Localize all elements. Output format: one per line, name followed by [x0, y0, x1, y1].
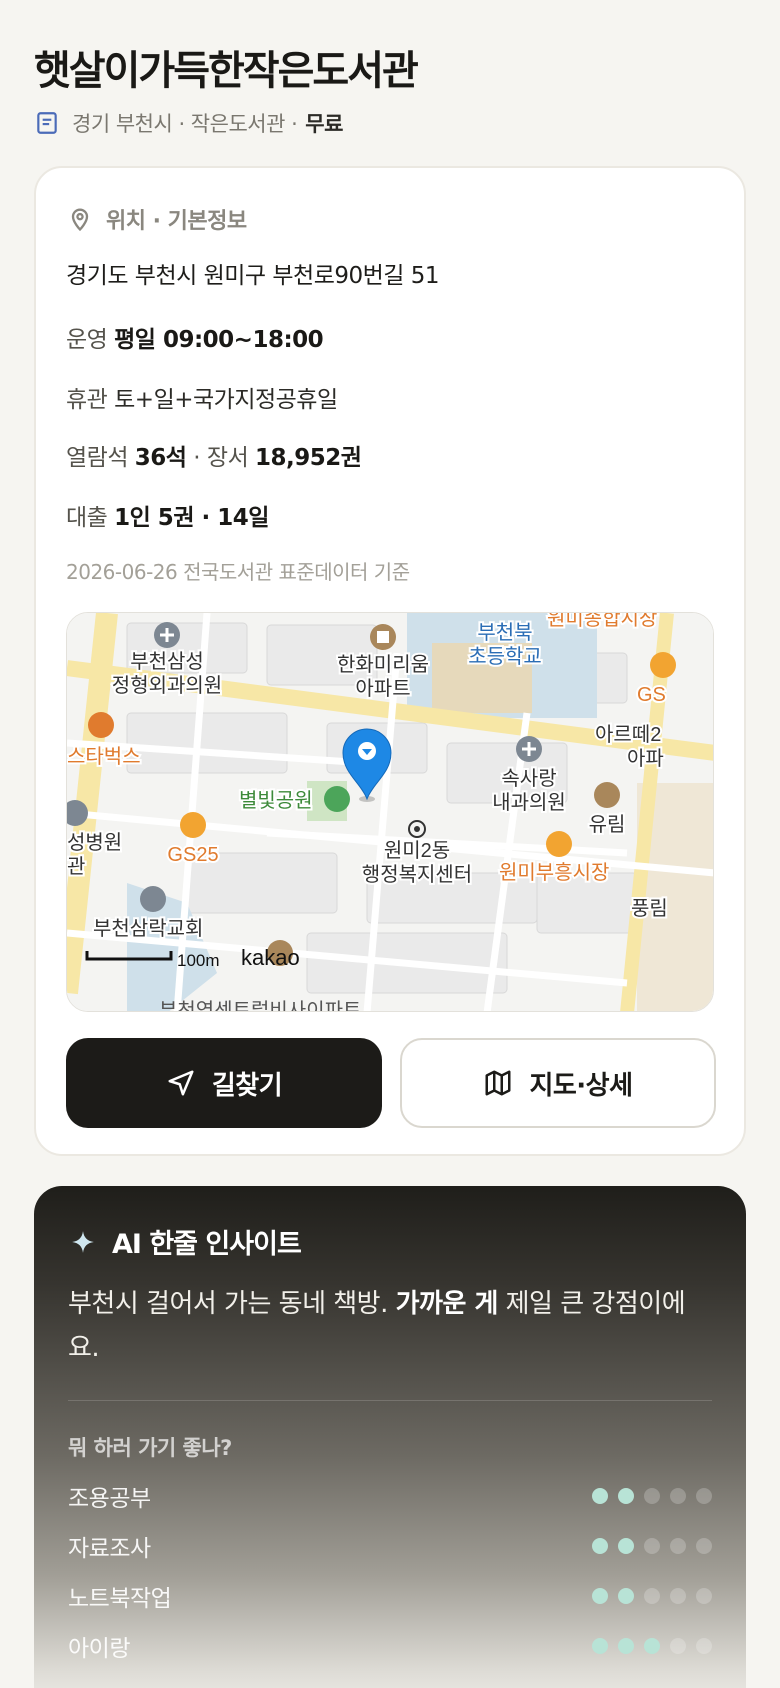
- closed-row: 휴관 토+일+국가지정공휴일: [66, 380, 338, 414]
- rating-dot-empty: [696, 1638, 712, 1654]
- hours-label: 운영: [66, 327, 108, 353]
- rating-dot-empty: [696, 1538, 712, 1554]
- map-scale-label: 100m: [177, 951, 220, 970]
- map-detail-label: 지도·상세: [529, 1070, 633, 1101]
- library-title: 햇살이가득한작은도서관: [34, 48, 419, 94]
- navigation-arrow-icon: [168, 1070, 194, 1096]
- activity-label: 조용공부: [68, 1486, 151, 1512]
- info-section-header: 위치 · 기본정보: [66, 202, 247, 236]
- loan-label: 대출: [66, 505, 108, 531]
- activity-rating: [592, 1638, 712, 1654]
- rating-dot-empty: [670, 1638, 686, 1654]
- map-label-starbucks: 스타벅스: [67, 745, 141, 768]
- ai-insight-text: 부천시 걸어서 가는 동네 책방. 가까운 게 제일 큰 강점이에요.: [68, 1282, 688, 1370]
- activity-rating: [592, 1488, 712, 1504]
- activity-row: 아이랑: [68, 1628, 712, 1664]
- rating-dot-empty: [696, 1588, 712, 1604]
- info-section-title: 위치 · 기본정보: [106, 209, 247, 234]
- map-brand: kakao: [241, 945, 300, 970]
- loan-row: 대출 1인 5권 · 14일: [66, 498, 269, 532]
- rating-dot-filled: [618, 1588, 634, 1604]
- ai-text-part1: 부천시 걸어서 가는 동네 책방.: [68, 1289, 396, 1319]
- books-label: · 장서: [193, 445, 249, 471]
- hours-row: 운영 평일 09:00~18:00: [66, 320, 324, 354]
- rating-dot-empty: [644, 1588, 660, 1604]
- hours-value: 평일 09:00~18:00: [114, 327, 324, 353]
- capacity-row: 열람석 36석 · 장서 18,952권: [66, 438, 362, 472]
- closed-label: 휴관: [66, 387, 108, 413]
- activity-label: 아이랑: [68, 1636, 130, 1662]
- sparkle-icon: [72, 1230, 94, 1253]
- rating-dot-empty: [670, 1538, 686, 1554]
- fee-badge: 무료: [305, 112, 343, 136]
- activity-label: 노트북작업: [68, 1586, 172, 1612]
- rating-dot-empty: [670, 1588, 686, 1604]
- rating-dot-filled: [592, 1638, 608, 1654]
- map-label-market-top: 원미종합시장: [547, 613, 657, 630]
- map-label-yurim: 유림: [589, 813, 626, 836]
- rating-dot-filled: [618, 1488, 634, 1504]
- data-source-note: 2026-06-26 전국도서관 표준데이터 기준: [66, 560, 410, 584]
- activity-row: 노트북작업: [68, 1578, 712, 1614]
- info-card: 위치 · 기본정보 경기도 부천시 원미구 부천로90번길 51 운영 평일 0…: [34, 166, 746, 1156]
- rating-dot-empty: [670, 1488, 686, 1504]
- rating-dot-filled: [618, 1638, 634, 1654]
- divider: [68, 1400, 712, 1401]
- map-label-gs25: GS25: [167, 844, 218, 866]
- rating-dot-empty: [696, 1488, 712, 1504]
- activity-row: 자료조사: [68, 1528, 712, 1564]
- rating-dot-filled: [592, 1488, 608, 1504]
- seats-label: 열람석: [66, 445, 128, 471]
- rating-dot-empty: [644, 1488, 660, 1504]
- loan-value: 1인 5권 · 14일: [114, 505, 269, 531]
- directions-label: 길찾기: [211, 1070, 283, 1101]
- activity-row: 조용공부: [68, 1478, 712, 1514]
- rating-dot-filled: [644, 1638, 660, 1654]
- activity-question: 뭐 하러 가기 좋나?: [68, 1436, 232, 1460]
- ai-insight-title: AI 한줄 인사이트: [112, 1229, 302, 1260]
- document-icon: [37, 112, 57, 134]
- ai-insight-header: AI 한줄 인사이트: [70, 1222, 302, 1261]
- map-label-market: 원미부흥시장: [499, 861, 609, 884]
- activity-label: 자료조사: [68, 1536, 151, 1562]
- map-label-park: 별빛공원: [239, 789, 313, 812]
- directions-button[interactable]: 길찾기: [66, 1038, 382, 1128]
- library-meta: 경기 부천시 · 작은도서관 · 무료: [34, 106, 343, 140]
- rating-dot-filled: [592, 1588, 608, 1604]
- ai-text-bold: 가까운 게: [395, 1289, 499, 1319]
- map-label-gs-edge: GS: [637, 684, 666, 706]
- rating-dot-filled: [618, 1538, 634, 1554]
- activity-rating: [592, 1538, 712, 1554]
- location-pin-icon: [71, 208, 89, 232]
- map-label-bottom: 부천역센트럴비사이파트: [159, 999, 361, 1012]
- rating-dot-empty: [644, 1538, 660, 1554]
- map-view[interactable]: 부천삼성 정형외과의원 한화미리움 아파트 부천북 초등학교 원미종합시장 스타벅스 …: [66, 612, 714, 1012]
- activity-rating: [592, 1588, 712, 1604]
- address: 경기도 부천시 원미구 부천로90번길 51: [66, 263, 440, 289]
- closed-value: 토+일+국가지정공휴일: [114, 387, 338, 413]
- books-value: 18,952권: [255, 445, 362, 471]
- library-region: 경기 부천시 · 작은도서관 ·: [72, 112, 298, 136]
- map-label-pungrim: 풍림: [631, 897, 668, 920]
- ai-insight-card: AI 한줄 인사이트 부천시 걸어서 가는 동네 책방. 가까운 게 제일 큰 …: [34, 1186, 746, 1688]
- map-icon: [485, 1070, 511, 1096]
- map-detail-button[interactable]: 지도·상세: [400, 1038, 716, 1128]
- rating-dot-filled: [592, 1538, 608, 1554]
- map-canvas[interactable]: 부천삼성 정형외과의원 한화미리움 아파트 부천북 초등학교 원미종합시장 스타벅스 …: [67, 613, 714, 1012]
- map-label-church: 부천삼락교회: [93, 917, 203, 940]
- seats-value: 36석: [134, 445, 187, 471]
